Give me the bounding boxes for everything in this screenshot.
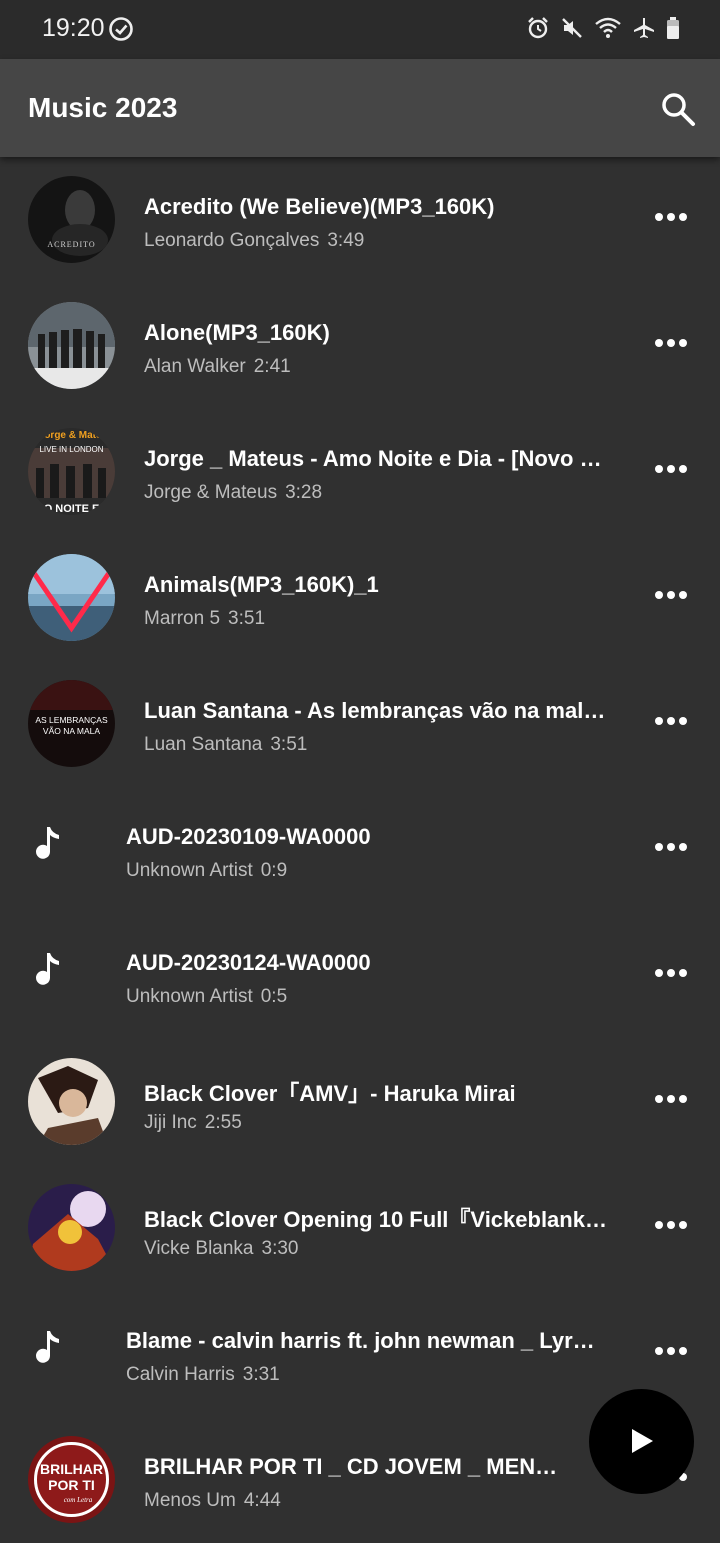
album-art: BRILHAR POR TI com Letra (28, 1436, 115, 1523)
song-duration: 3:49 (327, 230, 365, 251)
album-art-label: Jorge & Mateus (39, 430, 114, 441)
song-title: Animals(MP3_160K)_1 (144, 572, 379, 597)
album-art-label: ACREDITO (47, 240, 95, 249)
page-title: Music 2023 (28, 92, 178, 123)
album-art-label: AS LEMBRANÇAS (35, 715, 108, 725)
app-bar: Music 2023 (0, 59, 720, 157)
album-art-label: O NOITE E (44, 503, 100, 515)
song-subtitle: Menos Um 4:44 (144, 1490, 281, 1512)
song-duration: 2:55 (204, 1112, 242, 1133)
search-icon[interactable] (660, 91, 696, 127)
airplane-icon (634, 18, 654, 38)
song-title: Alone(MP3_160K) (144, 320, 330, 345)
battery-icon (667, 17, 679, 39)
more-options-icon[interactable] (655, 465, 687, 475)
song-artist: Jorge & Mateus (144, 482, 278, 503)
song-duration: 0:9 (260, 860, 288, 881)
album-art: AS LEMBRANÇAS VÃO NA MALA (28, 680, 115, 767)
song-item[interactable]: Animals(MP3_160K)_1 Marron 5 3:51 (0, 535, 720, 661)
album-art-label: POR TI (48, 1477, 95, 1493)
song-artist: Calvin Harris (126, 1364, 235, 1385)
song-item[interactable]: ACREDITO Acredito (We Believe)(MP3_160K)… (0, 157, 720, 283)
song-artist: Luan Santana (144, 734, 263, 755)
song-item[interactable]: Black Clover「AMV」- Haruka Mirai Jiji Inc… (0, 1039, 720, 1165)
alarm-icon (528, 17, 548, 39)
song-item[interactable]: AUD-20230124-WA0000 Unknown Artist 0:5 (0, 913, 720, 1039)
status-icons (526, 16, 680, 40)
song-subtitle: Calvin Harris 3:31 (126, 1364, 280, 1386)
song-artist: Jiji Inc (144, 1112, 197, 1133)
more-options-icon[interactable] (655, 717, 687, 727)
song-title: Luan Santana - As lembranças vão na mala… (144, 698, 614, 723)
song-duration: 2:41 (253, 356, 291, 377)
song-item[interactable]: AUD-20230109-WA0000 Unknown Artist 0:9 (0, 787, 720, 913)
more-options-icon[interactable] (655, 1095, 687, 1105)
song-subtitle: Unknown Artist 0:5 (126, 986, 287, 1008)
album-art-label: BRILHAR (40, 1461, 103, 1477)
song-duration: 3:51 (228, 608, 266, 629)
song-artist: Leonardo Gonçalves (144, 230, 320, 251)
song-duration: 0:5 (260, 986, 288, 1007)
song-duration: 3:30 (261, 1238, 299, 1259)
album-art-label: com Letra (64, 1496, 93, 1504)
play-button[interactable] (589, 1389, 694, 1494)
song-artist: Alan Walker (144, 356, 246, 377)
album-art-label: LIVE IN LONDON (39, 445, 103, 454)
song-subtitle: Alan Walker 2:41 (144, 356, 291, 378)
more-options-icon[interactable] (655, 339, 687, 349)
song-subtitle: Leonardo Gonçalves 3:49 (144, 230, 364, 252)
album-art (28, 554, 115, 641)
music-note-icon (36, 827, 59, 859)
song-title: BRILHAR POR TI _ CD JOVEM _ MENOS UM (144, 1454, 564, 1479)
album-art (28, 302, 115, 389)
song-artist: Marron 5 (144, 608, 221, 629)
song-subtitle: Jorge & Mateus 3:28 (144, 482, 322, 504)
song-artist: Vicke Blanka (144, 1238, 254, 1259)
song-title: Blame - calvin harris ft. john newman _ … (126, 1328, 596, 1353)
check-circle-icon (109, 17, 133, 41)
music-note-icon (36, 1331, 59, 1363)
song-duration: 3:51 (270, 734, 308, 755)
album-art: ACREDITO (28, 176, 115, 263)
song-title: AUD-20230124-WA0000 (126, 950, 371, 975)
song-title: AUD-20230109-WA0000 (126, 824, 371, 849)
music-note-icon (36, 953, 59, 985)
more-options-icon[interactable] (655, 591, 687, 601)
song-list: ACREDITO Acredito (We Believe)(MP3_160K)… (0, 157, 720, 1543)
song-title: Acredito (We Believe)(MP3_160K) (144, 194, 495, 219)
song-subtitle: Marron 5 3:51 (144, 608, 265, 630)
play-icon (632, 1429, 653, 1453)
status-time: 19:20 (42, 14, 105, 42)
more-options-icon[interactable] (655, 213, 687, 223)
song-subtitle: Unknown Artist 0:9 (126, 860, 287, 882)
more-options-icon[interactable] (655, 1221, 687, 1231)
song-duration: 4:44 (243, 1490, 281, 1511)
album-art-label: VÃO NA MALA (43, 726, 100, 736)
song-item[interactable]: AS LEMBRANÇAS VÃO NA MALA Luan Santana -… (0, 661, 720, 787)
song-title: Black Clover Opening 10 Full『Vickeblanka… (144, 1207, 614, 1232)
album-art: Jorge & Mateus LIVE IN LONDON O NOITE E (28, 428, 115, 515)
song-subtitle: Jiji Inc 2:55 (144, 1112, 242, 1134)
song-item[interactable]: Black Clover Opening 10 Full『Vickeblanka… (0, 1165, 720, 1291)
song-item[interactable]: Jorge & Mateus LIVE IN LONDON O NOITE E … (0, 409, 720, 535)
wifi-icon (595, 17, 621, 38)
mute-icon (562, 18, 582, 38)
song-subtitle: Luan Santana 3:51 (144, 734, 307, 756)
song-title: Black Clover「AMV」- Haruka Mirai (144, 1081, 516, 1106)
album-art (28, 1058, 115, 1145)
song-artist: Unknown Artist (126, 860, 253, 881)
song-artist: Menos Um (144, 1490, 236, 1511)
song-subtitle: Vicke Blanka 3:30 (144, 1238, 298, 1260)
more-options-icon[interactable] (655, 969, 687, 979)
song-duration: 3:28 (285, 482, 323, 503)
more-options-icon[interactable] (655, 1347, 687, 1357)
album-art (28, 1184, 115, 1271)
song-duration: 3:31 (242, 1364, 280, 1385)
song-artist: Unknown Artist (126, 986, 253, 1007)
status-bar: 19:20 (0, 0, 720, 59)
song-item[interactable]: Alone(MP3_160K) Alan Walker 2:41 (0, 283, 720, 409)
more-options-icon[interactable] (655, 843, 687, 853)
song-title: Jorge _ Mateus - Amo Noite e Dia - [Novo… (144, 446, 614, 471)
